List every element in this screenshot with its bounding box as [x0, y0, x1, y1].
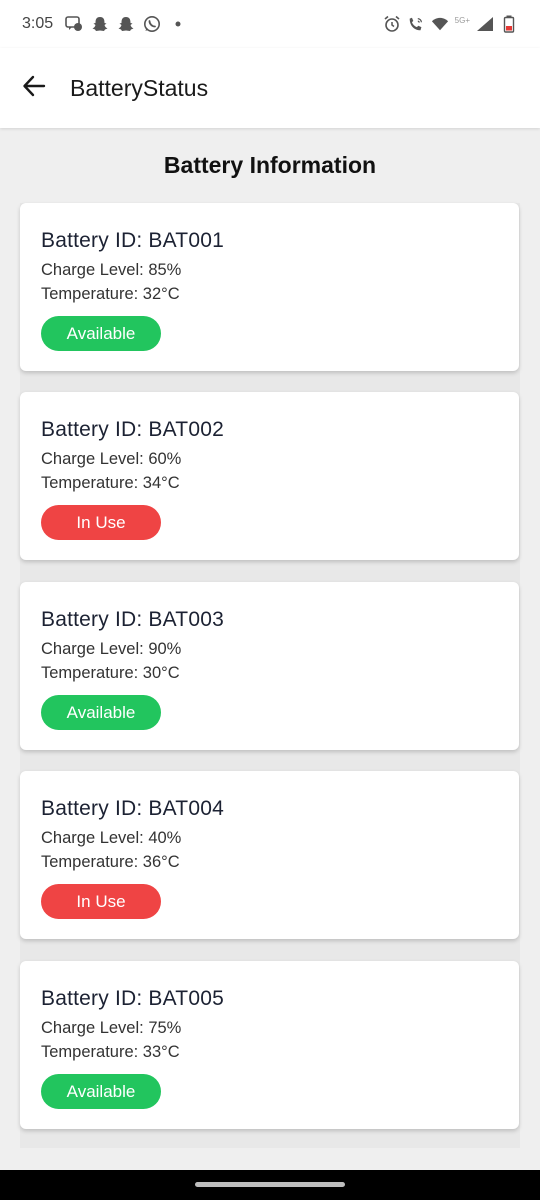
- status-time: 3:05: [22, 15, 54, 32]
- temperature: Temperature: 30°C: [41, 664, 180, 682]
- temperature: Temperature: 32°C: [41, 285, 180, 303]
- whatsapp-icon: [143, 15, 161, 33]
- status-badge: In Use: [41, 884, 161, 919]
- status-badge: Available: [41, 695, 161, 730]
- system-nav-bar: [0, 1170, 540, 1200]
- battery-id: Battery ID: BAT002: [41, 418, 224, 441]
- cellular-signal-icon: [476, 15, 494, 33]
- battery-id: Battery ID: BAT005: [41, 987, 224, 1010]
- app-bar: BatteryStatus: [0, 48, 540, 128]
- snapchat-icon: [91, 15, 109, 33]
- battery-list-container[interactable]: Battery Information Battery ID: BAT001 C…: [20, 128, 520, 1148]
- charge-level: Charge Level: 60%: [41, 450, 182, 468]
- alarm-icon: [383, 15, 401, 33]
- home-gesture-handle[interactable]: [195, 1182, 345, 1187]
- battery-card[interactable]: Battery ID: BAT003 Charge Level: 90% Tem…: [20, 582, 519, 750]
- app-title: BatteryStatus: [70, 74, 209, 101]
- temperature: Temperature: 36°C: [41, 853, 180, 871]
- dot-icon: [169, 15, 187, 33]
- status-bar: 3:05 5G+: [0, 0, 540, 48]
- charge-level: Charge Level: 90%: [41, 640, 182, 658]
- battery-id: Battery ID: BAT004: [41, 797, 224, 820]
- status-bar-right: 5G+: [383, 15, 518, 33]
- temperature: Temperature: 33°C: [41, 1043, 180, 1061]
- arrow-left-icon: [22, 75, 46, 102]
- page-title: Battery Information: [20, 128, 520, 203]
- battery-card[interactable]: Battery ID: BAT004 Charge Level: 40% Tem…: [20, 771, 519, 939]
- temperature: Temperature: 34°C: [41, 474, 180, 492]
- snapchat-icon: [117, 15, 135, 33]
- status-badge: Available: [41, 316, 161, 351]
- status-bar-left: 3:05: [22, 15, 187, 33]
- battery-card[interactable]: Battery ID: BAT002 Charge Level: 60% Tem…: [20, 392, 519, 560]
- charge-level: Charge Level: 85%: [41, 261, 182, 279]
- battery-card[interactable]: Battery ID: BAT005 Charge Level: 75% Tem…: [20, 961, 519, 1129]
- wifi-calling-icon: [407, 15, 425, 33]
- back-button[interactable]: [20, 74, 48, 102]
- battery-id: Battery ID: BAT001: [41, 229, 224, 252]
- wifi-icon: [431, 15, 449, 33]
- messenger-icon: [65, 15, 83, 33]
- charge-level: Charge Level: 75%: [41, 1019, 182, 1037]
- network-type-label: 5G+: [454, 15, 470, 25]
- charge-level: Charge Level: 40%: [41, 829, 182, 847]
- battery-card[interactable]: Battery ID: BAT001 Charge Level: 85% Tem…: [20, 203, 519, 371]
- battery-icon: [500, 15, 518, 33]
- battery-id: Battery ID: BAT003: [41, 608, 224, 631]
- status-badge: Available: [41, 1074, 161, 1109]
- status-badge: In Use: [41, 505, 161, 540]
